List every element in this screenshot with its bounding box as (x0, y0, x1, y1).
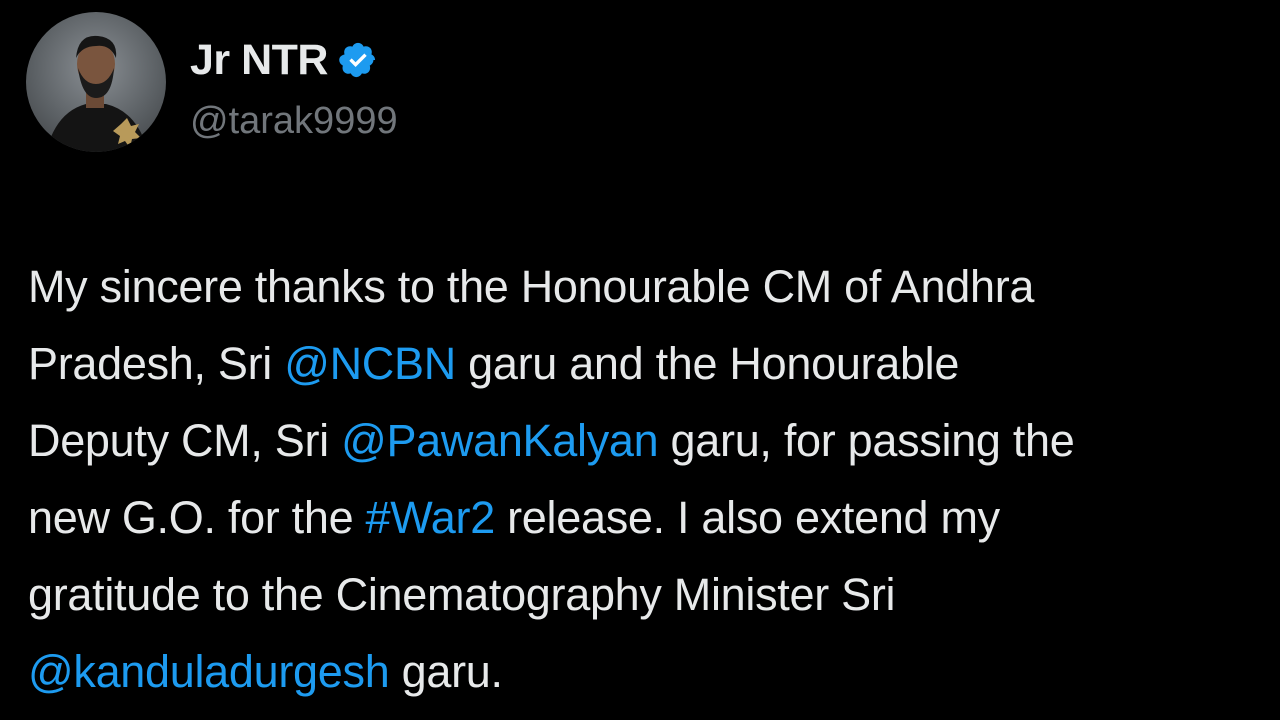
tweet-text-segment: Pradesh, Sri (28, 338, 285, 389)
mention-link[interactable]: @kanduladurgesh (28, 646, 390, 697)
tweet-text-line: My sincere thanks to the Honourable CM o… (28, 248, 1268, 325)
hashtag-link[interactable]: #War2 (366, 492, 496, 543)
tweet-text-line: Pradesh, Sri @NCBN garu and the Honourab… (28, 325, 1268, 402)
tweet-text-segment: My sincere thanks to the Honourable CM o… (28, 261, 1035, 312)
verified-badge-icon (339, 42, 376, 78)
tweet-text-segment: garu. (389, 646, 503, 697)
display-name[interactable]: Jr NTR (190, 36, 328, 85)
tweet-text-segment: Deputy CM, Sri (28, 415, 342, 466)
tweet-text-segment: garu and the Honourable (455, 338, 960, 389)
tweet-text-line: new G.O. for the #War2 release. I also e… (28, 479, 1268, 556)
tweet-text-segment: garu, for passing the (658, 415, 1075, 466)
name-row: Jr NTR (190, 34, 398, 86)
tweet-text-segment: release. I also extend my (494, 492, 1000, 543)
tweet-card: Jr NTR @tarak9999 My sincere thanks to t… (0, 0, 1280, 720)
tweet-text: My sincere thanks to the Honourable CM o… (28, 248, 1268, 710)
tweet-text-segment: gratitude to the Cinematography Minister… (28, 569, 896, 620)
tweet-text-line: gratitude to the Cinematography Minister… (28, 556, 1268, 633)
author-names: Jr NTR @tarak9999 (190, 34, 398, 143)
avatar-portrait-icon (46, 35, 148, 152)
tweet-header: Jr NTR @tarak9999 (26, 12, 398, 152)
user-handle[interactable]: @tarak9999 (190, 100, 398, 143)
tweet-text-line: Deputy CM, Sri @PawanKalyan garu, for pa… (28, 402, 1268, 479)
mention-link[interactable]: @NCBN (284, 338, 456, 389)
tweet-text-line: @kanduladurgesh garu. (28, 633, 1268, 710)
tweet-text-segment: new G.O. for the (28, 492, 366, 543)
avatar[interactable] (26, 12, 166, 152)
mention-link[interactable]: @PawanKalyan (341, 415, 659, 466)
